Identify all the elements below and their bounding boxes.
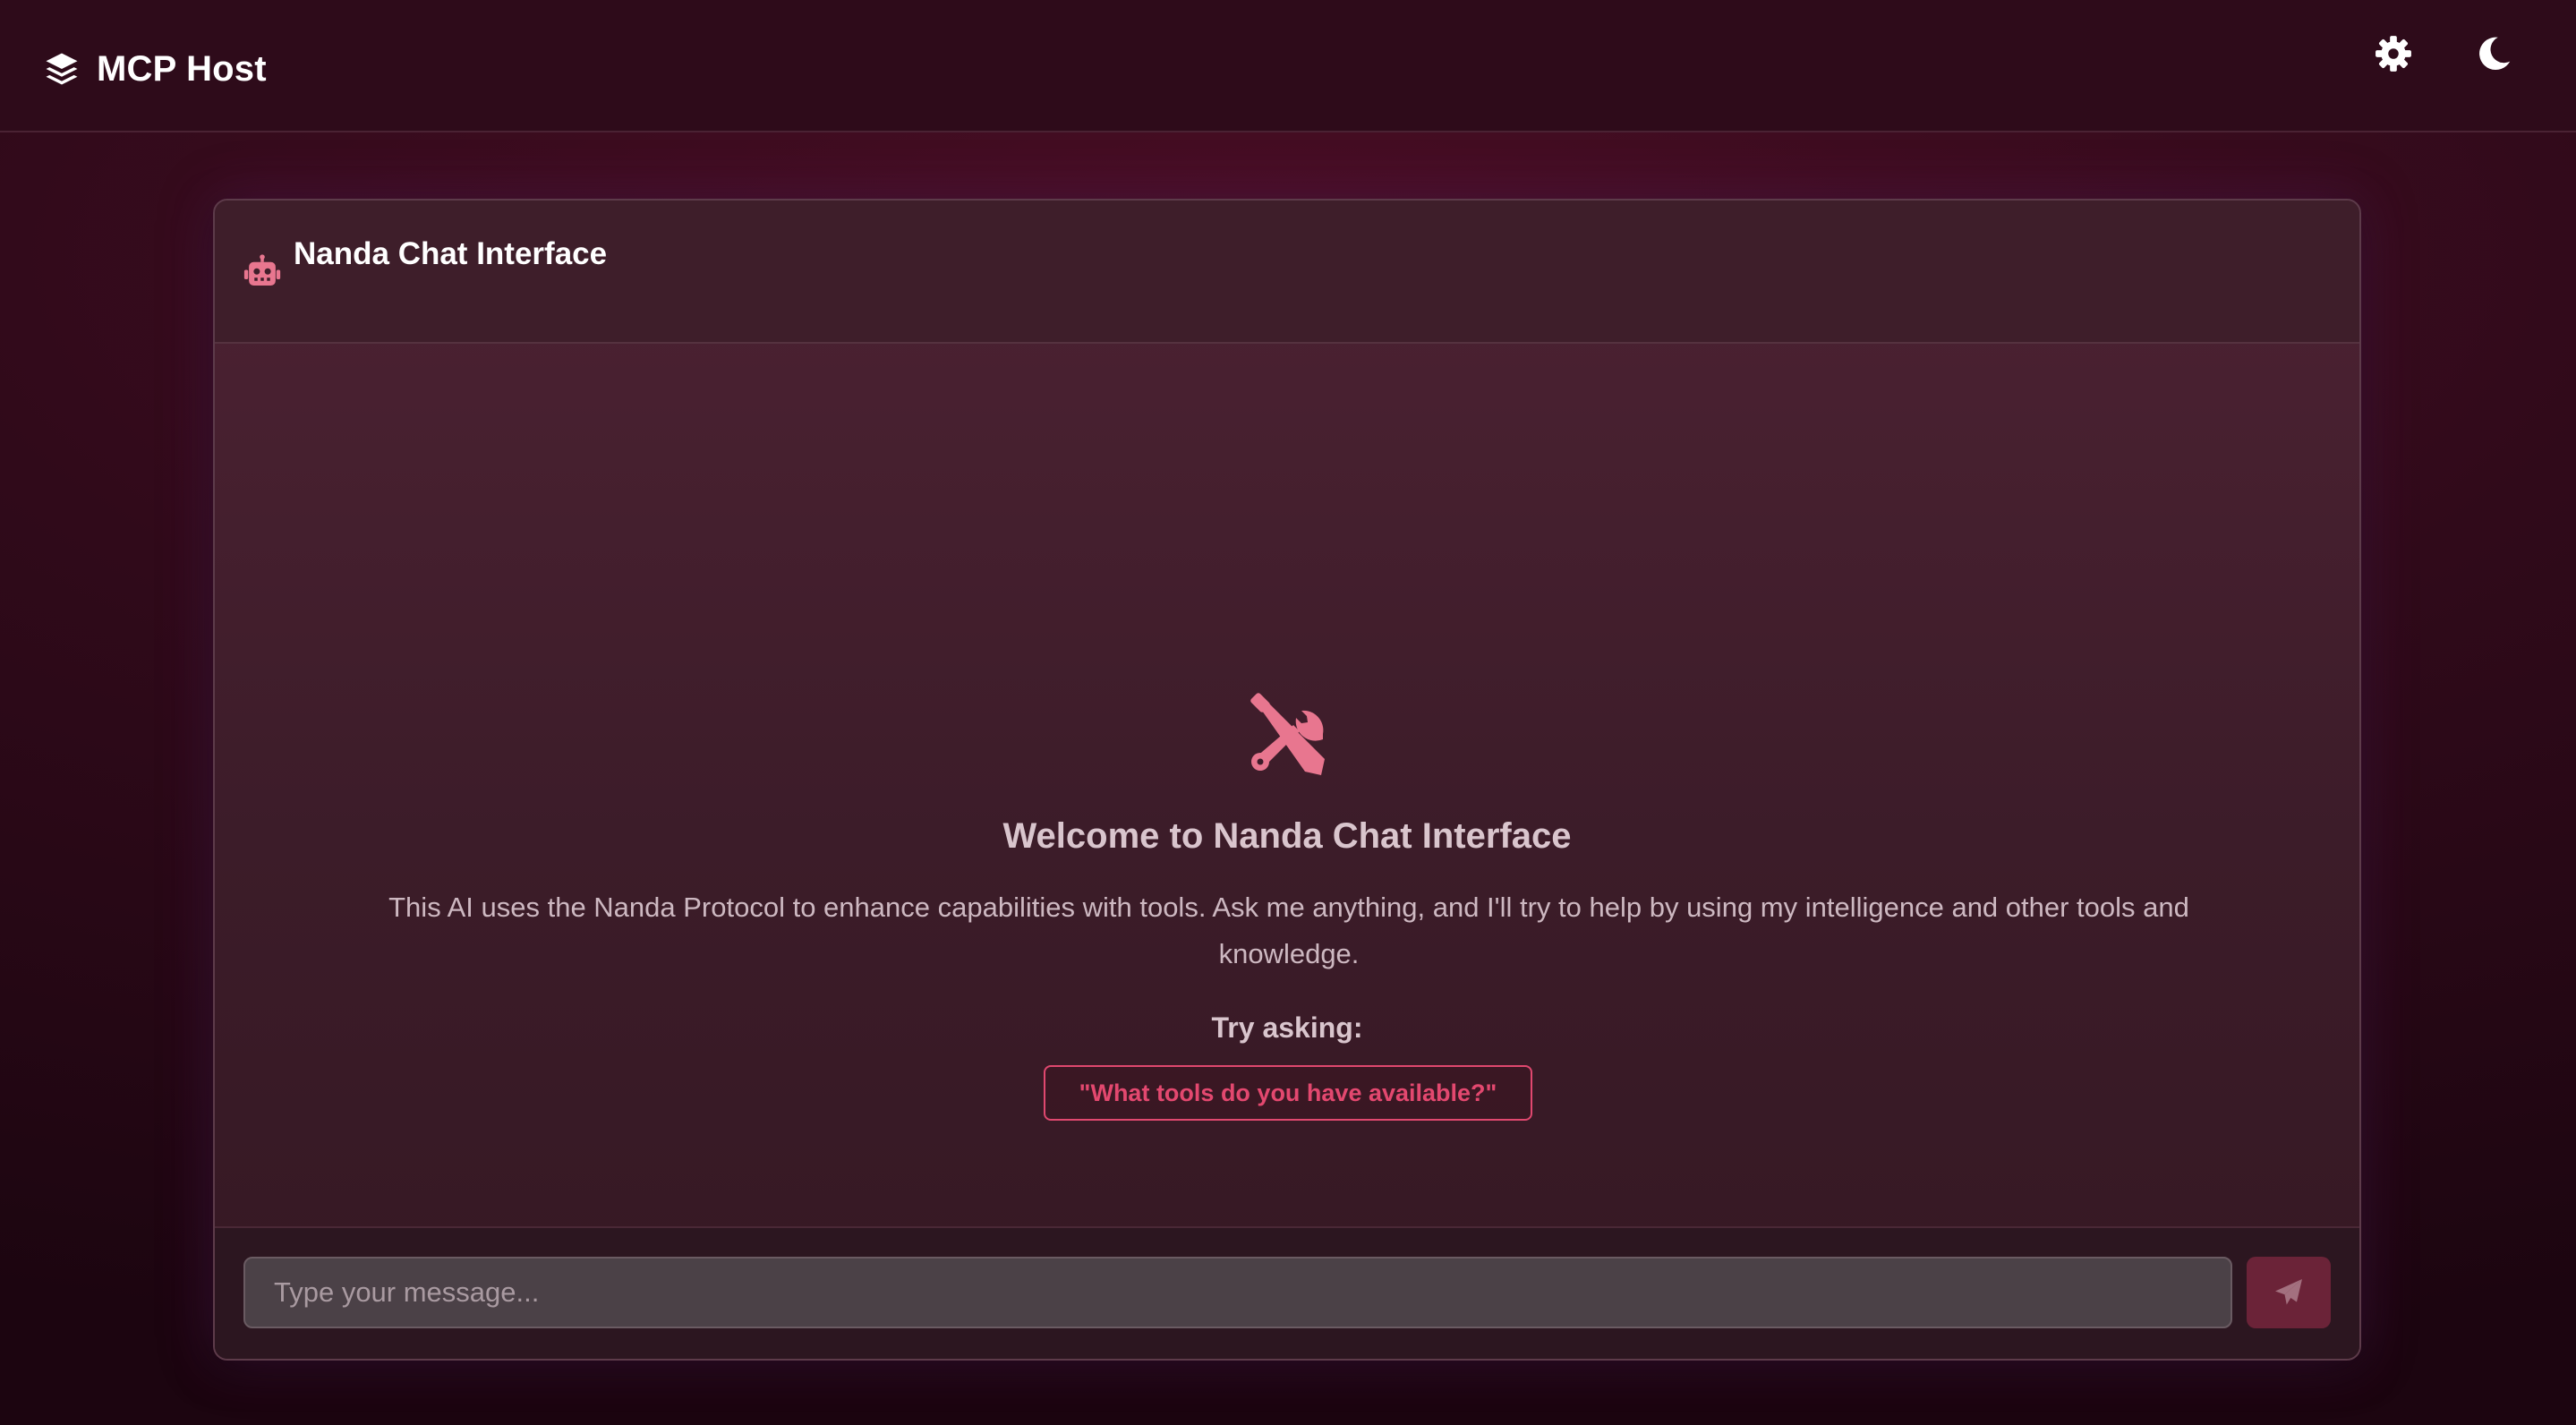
settings-button[interactable]: [2367, 29, 2420, 79]
tools-icon: [1250, 693, 1325, 775]
moon-icon: [2479, 37, 2511, 71]
chat-input-bar: [215, 1226, 2359, 1359]
paper-plane-icon: [2275, 1279, 2302, 1305]
header-actions: [2367, 29, 2521, 79]
chat-card: Nanda Chat Interface Welcome to Nanda Ch…: [213, 199, 2361, 1361]
welcome-title: Welcome to Nanda Chat Interface: [1002, 816, 1572, 856]
top-bar: MCP Host: [0, 0, 2576, 132]
chat-title: Nanda Chat Interface: [294, 236, 608, 271]
send-button[interactable]: [2247, 1257, 2331, 1328]
gear-icon: [2376, 36, 2411, 72]
theme-toggle-button[interactable]: [2467, 29, 2521, 79]
brand[interactable]: MCP Host: [43, 45, 267, 93]
suggestion-chip[interactable]: "What tools do you have available?": [1044, 1065, 1532, 1121]
message-input[interactable]: [243, 1257, 2232, 1328]
layers-icon: [46, 53, 78, 85]
app-title: MCP Host: [97, 48, 267, 89]
try-asking-label: Try asking:: [1211, 1011, 1363, 1044]
chat-header: Nanda Chat Interface: [215, 201, 2359, 344]
robot-icon: [243, 254, 281, 286]
welcome-description: This AI uses the Nanda Protocol to enhan…: [388, 892, 2189, 969]
welcome-panel: Welcome to Nanda Chat Interface This AI …: [215, 344, 2359, 1228]
